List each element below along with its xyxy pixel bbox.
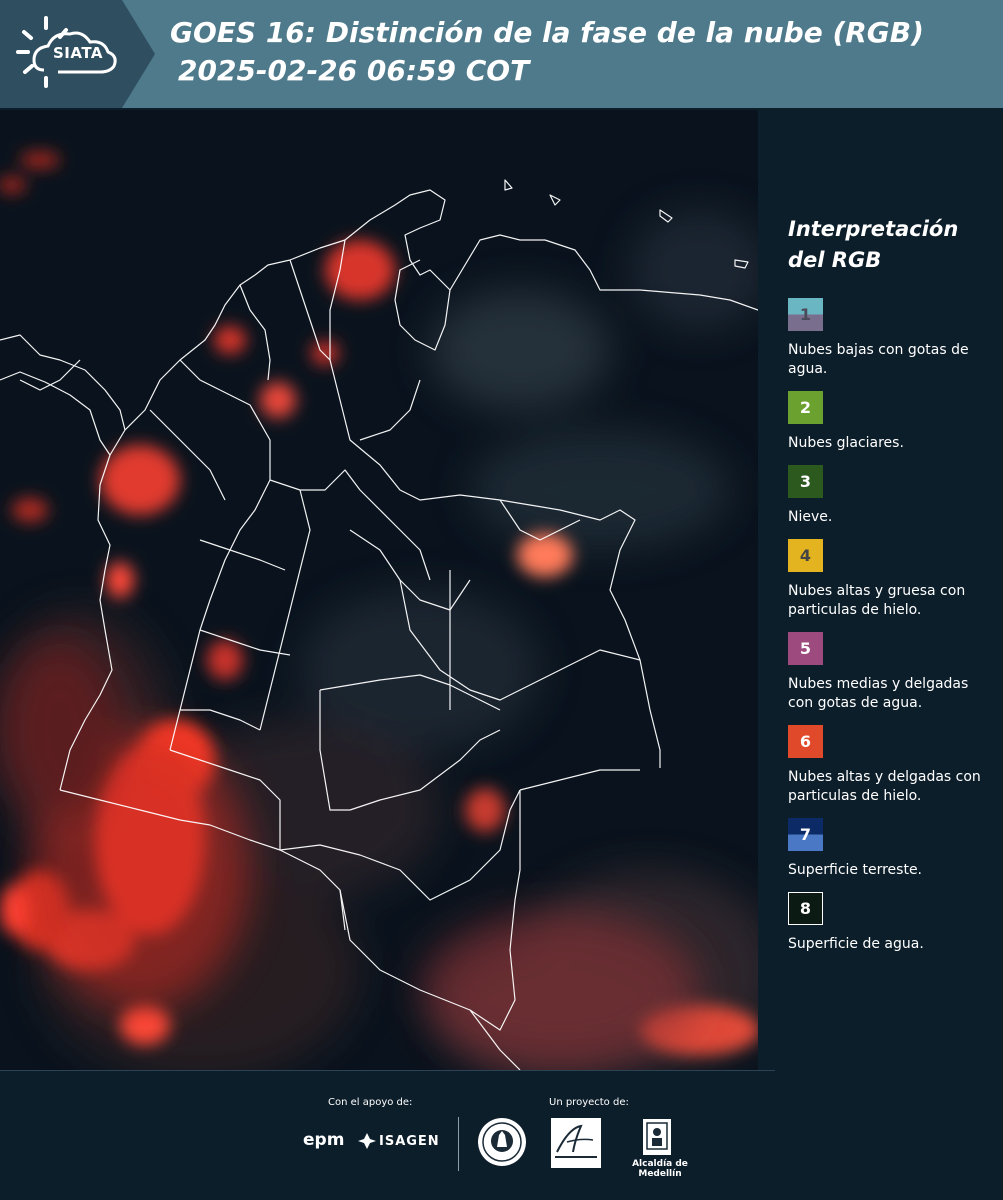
legend-item: 7 Superficie terreste.: [788, 818, 993, 880]
legend-label: Nieve.: [788, 509, 833, 525]
footer-divider: [458, 1117, 459, 1171]
legend-panel: Interpretación del RGB 1 Nubes bajas con…: [788, 214, 993, 954]
legend-item: 8 Superficie de agua.: [788, 892, 993, 954]
isagen-logo-icon: [358, 1133, 376, 1149]
legend-label: Nubes altas y gruesa con particulas de h…: [788, 583, 966, 618]
epm-logo: epm: [303, 1130, 345, 1150]
legend-swatch-5: 5: [788, 632, 823, 665]
alcaldia-shield-icon: [643, 1119, 671, 1155]
legend-label: Nubes altas y delgadas con particulas de…: [788, 769, 981, 804]
satellite-map: [0, 110, 758, 1070]
legend-item: 3 Nieve.: [788, 465, 993, 527]
legend-swatch-1: 1: [788, 298, 823, 331]
legend-label: Superficie terreste.: [788, 862, 923, 878]
footer-divider-line: [0, 1070, 775, 1071]
legend-label: Superficie de agua.: [788, 936, 924, 952]
title-line-1: GOES 16: Distinción de la fase de la nub…: [170, 16, 924, 49]
legend-item: 1 Nubes bajas con gotas de agua.: [788, 298, 993, 379]
seal-logo: [478, 1118, 526, 1166]
legend-swatch-7: 7: [788, 818, 823, 851]
isagen-logo: ISAGEN: [379, 1134, 440, 1149]
siata-logo-text: SIATA: [52, 44, 103, 62]
legend-item: 2 Nubes glaciares.: [788, 391, 993, 453]
legend-swatch-8: 8: [788, 892, 823, 925]
legend-item: 6 Nubes altas y delgadas con particulas …: [788, 725, 993, 806]
legend-swatch-4: 4: [788, 539, 823, 572]
support-label: Con el apoyo de:: [328, 1097, 413, 1108]
legend-label: Nubes bajas con gotas de agua.: [788, 342, 969, 377]
area-metropolitana-logo: [551, 1118, 601, 1168]
header-bar: SIATA GOES 16: Distinción de la fase de …: [0, 0, 1003, 108]
alcaldia-text: Alcaldía de Medellín: [632, 1159, 688, 1179]
page-title: GOES 16: Distinción de la fase de la nub…: [170, 14, 990, 90]
legend-item: 4 Nubes altas y gruesa con particulas de…: [788, 539, 993, 620]
legend-swatch-3: 3: [788, 465, 823, 498]
legend-items: 1 Nubes bajas con gotas de agua. 2 Nubes…: [788, 298, 993, 954]
title-line-2: 2025-02-26 06:59 COT: [178, 54, 530, 87]
siata-logo: SIATA: [0, 0, 155, 108]
legend-item: 5 Nubes medias y delgadas con gotas de a…: [788, 632, 993, 713]
legend-label: Nubes glaciares.: [788, 435, 904, 451]
legend-title: Interpretación del RGB: [788, 217, 959, 272]
legend-swatch-2: 2: [788, 391, 823, 424]
legend-swatch-6: 6: [788, 725, 823, 758]
legend-label: Nubes medias y delgadas con gotas de agu…: [788, 676, 969, 711]
project-label: Un proyecto de:: [549, 1097, 629, 1108]
footer: Con el apoyo de: Un proyecto de: epm ISA…: [0, 1070, 1003, 1200]
